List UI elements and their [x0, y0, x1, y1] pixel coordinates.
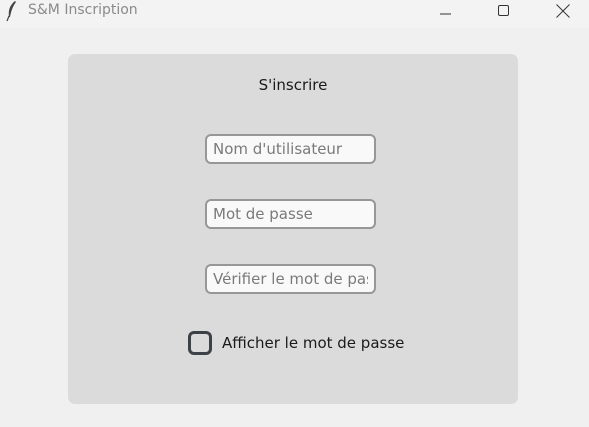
window-title: S&M Inscription [28, 2, 138, 18]
maximize-icon [498, 5, 509, 16]
username-input[interactable] [205, 134, 376, 164]
show-password-label: Afficher le mot de passe [222, 334, 405, 352]
form-title: S'inscrire [258, 76, 328, 94]
close-icon [556, 4, 570, 18]
feather-icon [4, 0, 20, 22]
maximize-button[interactable] [481, 0, 527, 22]
minimize-button[interactable] [423, 0, 469, 22]
close-button[interactable] [540, 0, 586, 22]
verify-password-input[interactable] [205, 264, 376, 294]
signup-panel: S'inscrire Afficher le mot de passe [68, 54, 518, 404]
show-password-toggle[interactable]: Afficher le mot de passe [188, 329, 404, 357]
title-bar: S&M Inscription [0, 0, 589, 28]
minimize-icon [440, 13, 451, 15]
show-password-checkbox[interactable] [188, 331, 212, 355]
password-input[interactable] [205, 199, 376, 229]
